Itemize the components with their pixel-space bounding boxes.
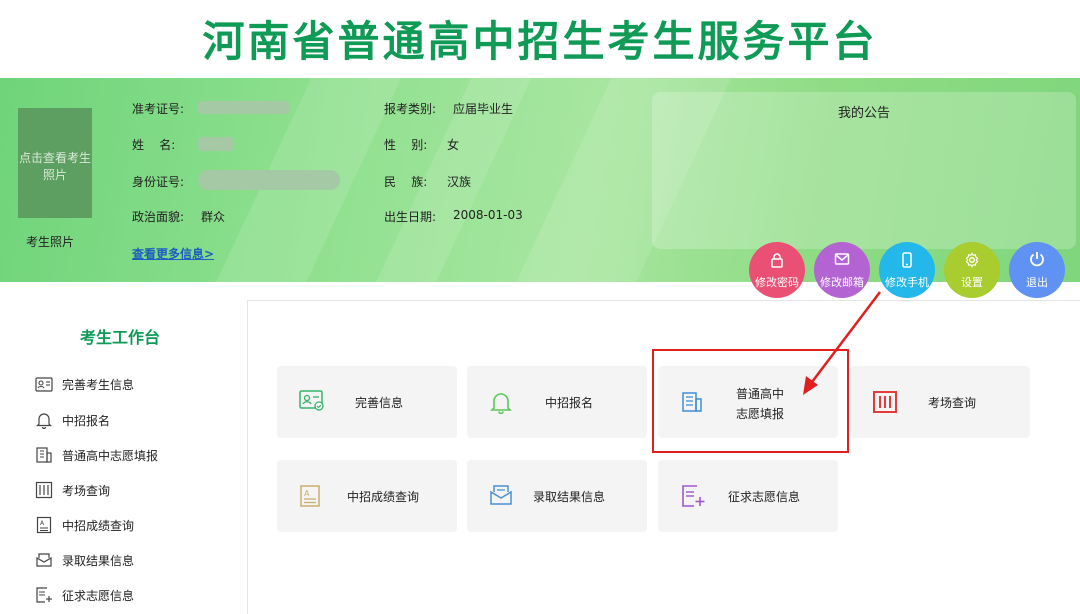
power-icon [1009, 250, 1065, 272]
card-label-line1: 普通高中 [736, 387, 785, 401]
id-number-label: 身份证号: [132, 175, 185, 189]
mail-icon [814, 252, 870, 270]
card-label: 录取结果信息 [533, 490, 606, 504]
sidebar-item-label: 中招成绩查询 [62, 518, 135, 533]
envelope-icon [489, 484, 515, 508]
sidebar-item-registration[interactable]: 中招报名 [34, 410, 110, 430]
announcement-title: 我的公告 [837, 106, 890, 121]
card-label: 完善信息 [355, 396, 404, 410]
change-password-button[interactable]: 修改密码 [749, 242, 805, 298]
bell-icon [489, 390, 515, 415]
header: 河南省普通高中招生考生服务平台 [0, 0, 1080, 78]
card-solicit-volunteer[interactable]: 征求志愿信息 [658, 460, 838, 532]
sidebar-item-score-query[interactable]: A 中招成绩查询 [34, 515, 134, 535]
political-label: 政治面貌: [132, 210, 185, 224]
sidebar-item-label: 考场查询 [62, 483, 111, 498]
logout-button[interactable]: 退出 [1009, 242, 1065, 298]
sidebar-item-exam-room[interactable]: 考场查询 [34, 480, 110, 500]
svg-text:A: A [40, 520, 45, 527]
student-photo-label: 考生照片 [26, 235, 75, 249]
list-add-icon [34, 586, 54, 604]
sidebar-item-label: 完善考生信息 [62, 377, 135, 392]
id-number-redacted [198, 170, 340, 190]
content-divider [248, 300, 1080, 301]
score-doc-icon: A [34, 516, 54, 534]
envelope-icon [34, 551, 54, 569]
settings-label: 设置 [961, 276, 983, 289]
ethnic-value: 汉族 [447, 175, 472, 189]
sidebar-item-complete-info[interactable]: 完善考生信息 [34, 374, 134, 394]
sidebar-item-label: 录取结果信息 [62, 553, 135, 568]
change-email-label: 修改邮箱 [820, 276, 864, 289]
phone-icon [879, 252, 935, 272]
lock-icon [749, 252, 805, 272]
card-complete-info[interactable]: 完善信息 [277, 366, 457, 438]
card-exam-room[interactable]: 考场查询 [850, 366, 1030, 438]
exam-room-icon [34, 481, 54, 499]
list-add-icon [680, 484, 706, 508]
card-label: 征求志愿信息 [728, 490, 801, 504]
student-photo-button[interactable]: 点击查看考生照片 [18, 108, 92, 218]
building-icon [34, 446, 54, 464]
card-score-query[interactable]: A 中招成绩查询 [277, 460, 457, 532]
more-info-link[interactable]: 查看更多信息> [132, 245, 214, 262]
card-label: 普通高中 志愿填报 [736, 384, 784, 424]
name-redacted [198, 137, 234, 151]
admission-no-label: 准考证号: [132, 102, 185, 116]
card-label: 中招报名 [545, 396, 594, 410]
change-phone-button[interactable]: 修改手机 [879, 242, 935, 298]
gender-value: 女 [447, 138, 460, 152]
profile-card-icon [299, 390, 325, 414]
profile-card-icon [34, 375, 54, 393]
announcement-panel: 我的公告 [652, 92, 1076, 249]
sidebar-item-admission-result[interactable]: 录取结果信息 [34, 550, 134, 570]
gender-label: 性 别: [384, 138, 428, 152]
category-value: 应届毕业生 [453, 102, 514, 116]
sidebar-item-label: 征求志愿信息 [62, 588, 135, 603]
ethnic-label: 民 族: [384, 175, 428, 189]
gear-icon [944, 252, 1000, 272]
card-admission-result[interactable]: 录取结果信息 [467, 460, 647, 532]
birth-date-label: 出生日期: [384, 210, 437, 224]
sidebar-item-solicit-volunteer[interactable]: 征求志愿信息 [34, 585, 134, 605]
settings-button[interactable]: 设置 [944, 242, 1000, 298]
card-label-line2: 志愿填报 [736, 407, 785, 421]
change-password-label: 修改密码 [755, 276, 799, 289]
card-label: 中招成绩查询 [347, 490, 420, 504]
sidebar: 考生工作台 完善考生信息 中招报名 普通高中志愿填报 考场查询 A 中招成绩查询 [0, 300, 248, 614]
sidebar-item-label: 中招报名 [62, 413, 111, 428]
sidebar-item-label: 普通高中志愿填报 [62, 448, 159, 463]
sidebar-title: 考生工作台 [80, 328, 161, 347]
admission-no-redacted [198, 101, 290, 114]
site-title: 河南省普通高中招生考生服务平台 [202, 17, 878, 66]
change-email-button[interactable]: 修改邮箱 [814, 242, 870, 298]
svg-text:A: A [304, 489, 310, 498]
score-doc-icon: A [299, 484, 325, 508]
name-label: 姓 名: [132, 138, 176, 152]
card-volunteer-filling[interactable]: 普通高中 志愿填报 [658, 366, 838, 438]
political-value: 群众 [201, 210, 226, 224]
bell-icon [34, 411, 54, 429]
sidebar-item-volunteer-filling[interactable]: 普通高中志愿填报 [34, 445, 158, 465]
building-icon [680, 390, 706, 414]
card-label: 考场查询 [928, 396, 977, 410]
category-label: 报考类别: [384, 102, 437, 116]
logout-label: 退出 [1026, 276, 1048, 289]
exam-room-icon [872, 390, 898, 414]
card-registration[interactable]: 中招报名 [467, 366, 647, 438]
change-phone-label: 修改手机 [885, 276, 929, 289]
birth-date-value: 2008-01-03 [453, 208, 523, 222]
